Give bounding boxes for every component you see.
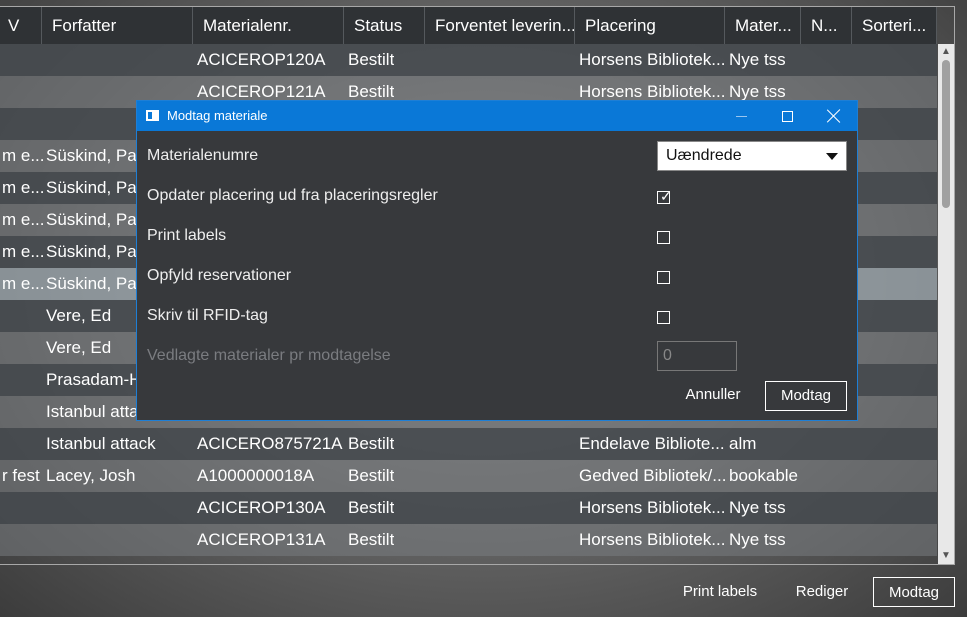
- table-cell-placement: Horsens Bibliotek...: [579, 50, 726, 69]
- table-cell-placement: Horsens Bibliotek...: [579, 498, 726, 517]
- edit-button[interactable]: Rediger: [790, 577, 854, 607]
- table-cell-status: Bestilt: [348, 530, 395, 549]
- fulfill-reservations-label: Opfyld reservationer: [147, 267, 292, 284]
- column-header-placement[interactable]: Placering: [575, 7, 725, 44]
- attached-materials-input: 0: [657, 341, 737, 371]
- column-header-expected-delivery[interactable]: Forventet leverin...: [425, 7, 575, 44]
- table-row[interactable]: r fest Lacey, Josh A1000000018A Bestilt Gedv…: [0, 460, 937, 492]
- table-cell-status: Bestilt: [348, 50, 395, 69]
- receive-button[interactable]: Modtag: [873, 577, 955, 607]
- table-cell-material: ACICERO875721A: [197, 434, 343, 453]
- dialog-receive-button[interactable]: Modtag: [765, 381, 847, 411]
- update-placement-label: Opdater placering ud fra placeringsregle…: [147, 187, 438, 204]
- table-cell-author: Süskind, Patr: [46, 146, 148, 165]
- minimize-icon: [736, 116, 747, 117]
- table-cell-placement: Endelave Bibliote...: [579, 434, 725, 453]
- table-cell-author: Istanbul attack: [46, 434, 156, 453]
- attached-materials-label: Vedlagte materialer pr modtagelse: [147, 347, 391, 364]
- write-rfid-label: Skriv til RFID-tag: [147, 307, 268, 324]
- table-cell-mattype: bookable: [729, 466, 799, 485]
- table-cell-author: Süskind, Patr: [46, 178, 148, 197]
- scroll-down-arrow-icon[interactable]: ▼: [938, 548, 954, 564]
- table-cell-title: m e...: [2, 274, 45, 293]
- table-cell-author: Süskind, Patr: [46, 210, 148, 229]
- receive-material-dialog: Modtag materiale Materialenumre Uændrede…: [136, 100, 858, 421]
- table-cell-material: A1000000018A: [197, 466, 315, 485]
- write-rfid-checkbox[interactable]: [657, 311, 670, 324]
- table-cell-material: ACICEROP131A: [197, 530, 326, 549]
- table-cell-title: r fest: [2, 466, 40, 485]
- fulfill-reservations-checkbox[interactable]: [657, 271, 670, 284]
- table-cell-mattype: Nye tss: [729, 50, 786, 69]
- material-numbers-value: Uændrede: [666, 147, 742, 164]
- scroll-up-arrow-icon[interactable]: ▲: [938, 44, 954, 60]
- table-cell-material: ACICEROP120A: [197, 50, 326, 69]
- dialog-title: Modtag materiale: [167, 108, 268, 123]
- update-placement-checkbox[interactable]: ✓: [657, 188, 672, 204]
- table-cell-author: Süskind, Patr: [46, 274, 148, 293]
- column-header-material-type[interactable]: Mater...: [725, 7, 801, 44]
- grid-header: V Forfatter Materialenr. Status Forvente…: [0, 7, 937, 44]
- column-header-material-number[interactable]: Materialenr.: [193, 7, 344, 44]
- table-cell-status: Bestilt: [348, 466, 395, 485]
- window-icon: [146, 110, 159, 121]
- checkmark-icon: ✓: [660, 188, 672, 204]
- column-header-author[interactable]: Forfatter: [42, 7, 193, 44]
- table-cell-mattype: Nye tss: [729, 498, 786, 517]
- maximize-icon: [782, 111, 793, 122]
- table-row[interactable]: ACICEROP120A Bestilt Horsens Bibliotek... N…: [0, 44, 937, 76]
- scrollbar-thumb[interactable]: [942, 60, 950, 208]
- column-header-status[interactable]: Status: [344, 7, 425, 44]
- column-header-sorting[interactable]: Sorteri...: [852, 7, 937, 44]
- table-cell-placement: Gedved Bibliotek/...: [579, 466, 727, 485]
- close-icon: [826, 108, 842, 124]
- table-cell-author: Lacey, Josh: [46, 466, 136, 485]
- column-header-n[interactable]: N...: [801, 7, 852, 44]
- material-numbers-dropdown[interactable]: Uændrede: [657, 141, 847, 171]
- table-cell-title: m e...: [2, 210, 45, 229]
- table-cell-status: Bestilt: [348, 498, 395, 517]
- table-row[interactable]: ACICEROP130A Bestilt Horsens Bibliotek... N…: [0, 492, 937, 524]
- table-cell-mattype: alm: [729, 434, 757, 453]
- table-cell-mattype: Nye tss: [729, 530, 786, 549]
- sort-chevron-icon: V: [8, 16, 20, 35]
- minimize-button[interactable]: [719, 101, 765, 131]
- print-labels-label: Print labels: [147, 227, 227, 244]
- maximize-button[interactable]: [765, 101, 811, 131]
- dialog-title-bar[interactable]: Modtag materiale: [137, 101, 857, 131]
- table-cell-author: Istanbul atta: [46, 402, 139, 421]
- table-cell-title: m e...: [2, 146, 45, 165]
- table-cell-status: Bestilt: [348, 434, 395, 453]
- table-cell-title: m e...: [2, 178, 45, 197]
- cancel-button[interactable]: Annuller: [677, 381, 749, 411]
- print-labels-checkbox[interactable]: [657, 231, 670, 244]
- material-numbers-label: Materialenumre: [147, 147, 259, 164]
- print-labels-button[interactable]: Print labels: [676, 577, 764, 607]
- close-button[interactable]: [811, 101, 857, 131]
- table-cell-title: m e...: [2, 242, 45, 261]
- table-cell-placement: Horsens Bibliotek...: [579, 530, 726, 549]
- column-header-title-sort[interactable]: V: [0, 7, 42, 44]
- table-cell-author: Süskind, Patr: [46, 242, 148, 261]
- table-row[interactable]: ACICEROP131A Bestilt Horsens Bibliotek... N…: [0, 524, 937, 556]
- table-cell-material: ACICEROP130A: [197, 498, 326, 517]
- table-cell-author: Vere, Ed: [46, 306, 112, 325]
- chevron-down-icon: [826, 153, 838, 160]
- vertical-scrollbar[interactable]: ▲ ▼: [938, 44, 954, 564]
- table-cell-author: Vere, Ed: [46, 338, 112, 357]
- table-row[interactable]: Istanbul attack ACICERO875721A Bestilt Ende…: [0, 428, 937, 460]
